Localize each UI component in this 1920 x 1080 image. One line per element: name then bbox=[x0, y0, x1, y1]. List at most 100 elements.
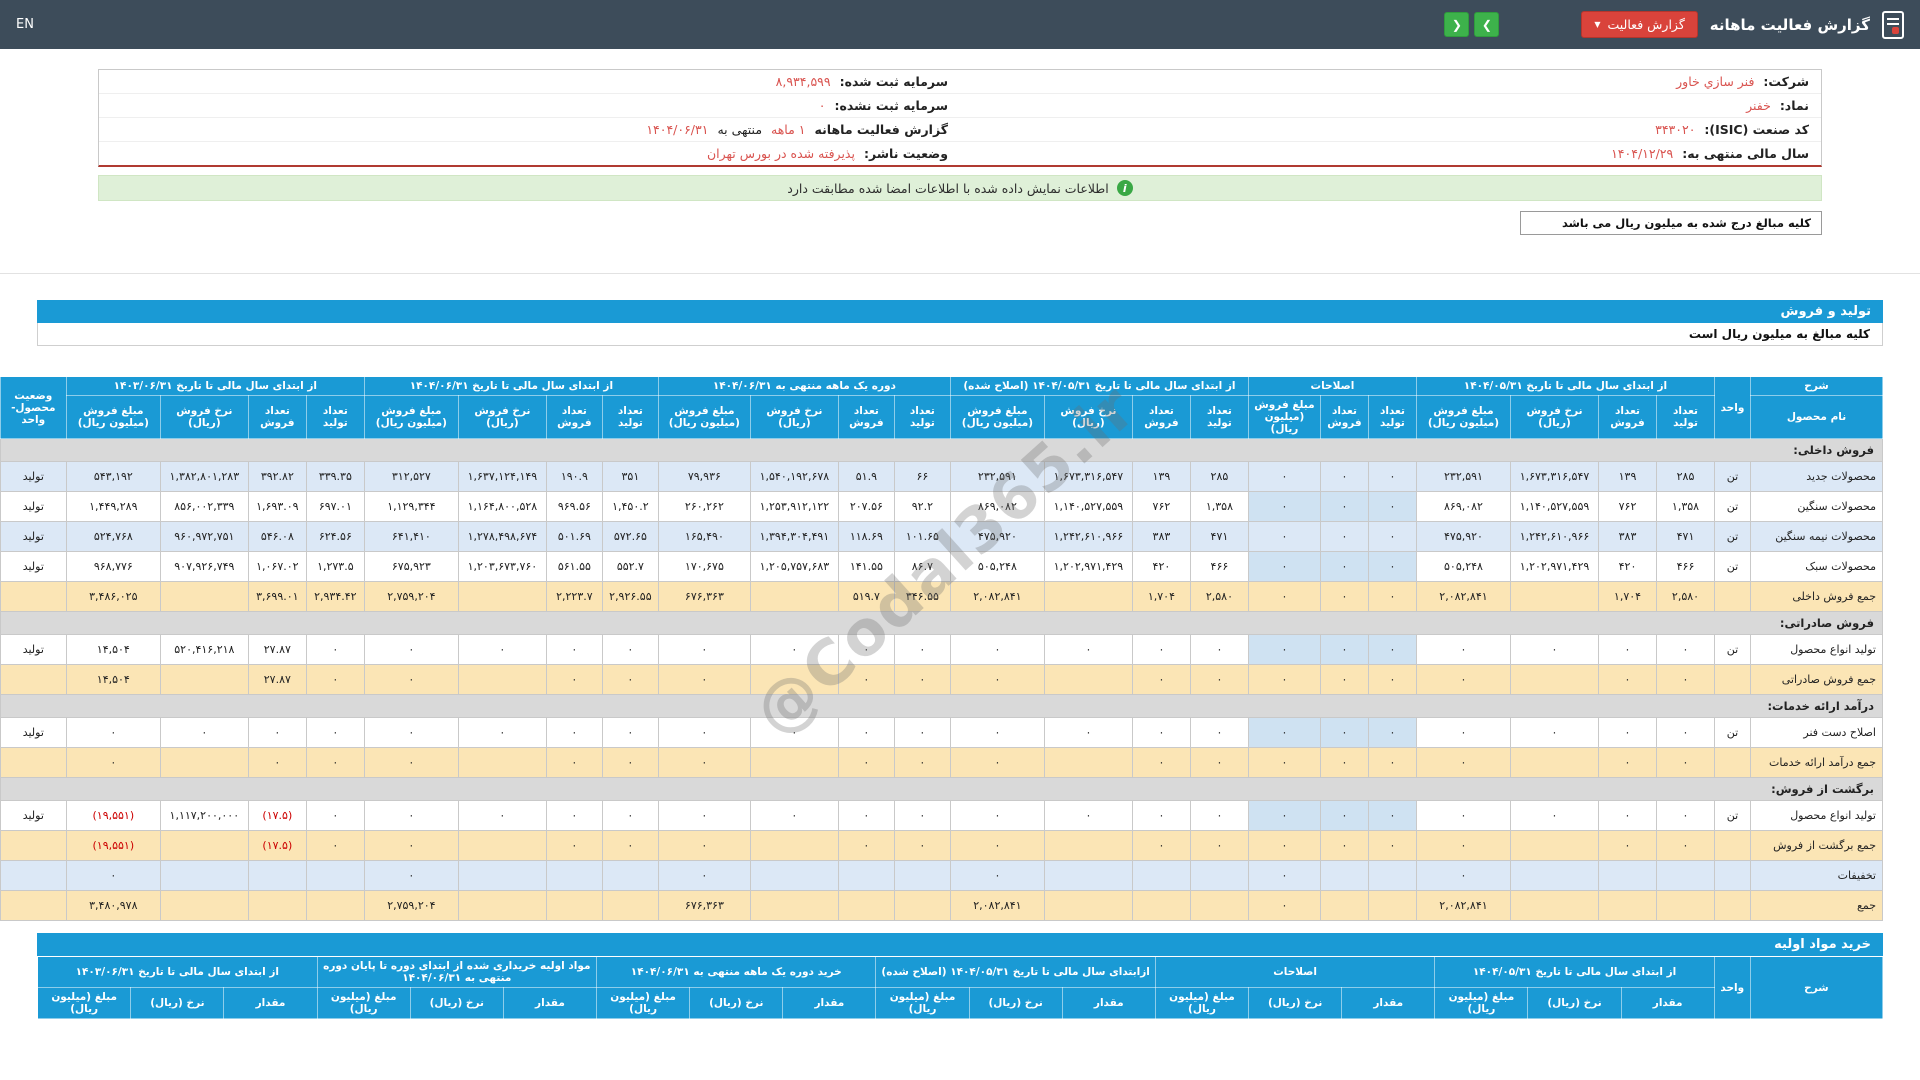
field-label: منتهی به bbox=[717, 122, 763, 137]
value-cell: ۴۲۰ bbox=[1131, 551, 1191, 582]
value-cell: ۰ bbox=[1319, 491, 1369, 522]
status-cell bbox=[0, 860, 67, 891]
field-value: فنر سازي خاور bbox=[1676, 74, 1755, 89]
value-cell: ۱,۱۲۹,۳۴۴ bbox=[363, 491, 459, 522]
value-cell: تن bbox=[1714, 461, 1751, 492]
value-cell bbox=[749, 581, 839, 612]
value-cell: ۹۶۸,۷۷۶ bbox=[65, 551, 161, 582]
value-cell bbox=[1043, 581, 1133, 612]
value-cell: ۲۸۵ bbox=[1189, 461, 1249, 492]
value-cell: ۰ bbox=[1247, 664, 1321, 695]
column-header: تعداد فروش bbox=[1598, 395, 1657, 439]
value-cell: ۲,۹۳۴.۴۲ bbox=[305, 581, 365, 612]
value-cell: ۴۲۰ bbox=[1598, 551, 1657, 582]
column-header: نرخ (ریال) bbox=[1527, 987, 1622, 1019]
value-cell: ۰ bbox=[949, 747, 1045, 778]
value-cell: ۵۰۱.۶۹ bbox=[545, 521, 603, 552]
value-cell: ۰ bbox=[949, 717, 1045, 748]
value-cell: ۰ bbox=[657, 664, 751, 695]
value-cell: ۲,۵۸۰ bbox=[1656, 581, 1715, 612]
company-field: شرکت: فنر سازي خاور bbox=[960, 70, 1821, 93]
value-cell: ۱,۱۶۴,۸۰۰,۵۲۸ bbox=[457, 491, 547, 522]
sales-section-header: تولید و فروش bbox=[37, 300, 1883, 323]
value-cell: ۶۷۵,۹۲۳ bbox=[363, 551, 459, 582]
value-cell: ۰ bbox=[601, 830, 659, 861]
value-cell: ۸۵۶,۰۰۲,۳۳۹ bbox=[159, 491, 249, 522]
value-cell: ۲۶۰,۲۶۲ bbox=[657, 491, 751, 522]
value-cell: ۶۲۴.۵۶ bbox=[305, 521, 365, 552]
language-toggle[interactable]: EN bbox=[16, 17, 34, 32]
column-header: از ابتدای سال مالی تا تاریخ ۱۴۰۴/۰۵/۳۱ bbox=[1434, 956, 1715, 988]
next-report-button[interactable]: ❯ bbox=[1474, 12, 1500, 37]
value-cell: ۰ bbox=[1656, 800, 1715, 831]
value-cell: ۱,۱۴۰,۵۲۷,۵۵۹ bbox=[1510, 491, 1599, 522]
column-header: مبلغ فروش (میلیون ریال) bbox=[1415, 395, 1512, 439]
value-cell: ۰ bbox=[893, 717, 951, 748]
value-cell: ۰ bbox=[1131, 747, 1191, 778]
value-cell: ۱,۶۹۳.۰۹ bbox=[247, 491, 307, 522]
value-cell: ۰ bbox=[1415, 664, 1512, 695]
value-cell: ۰ bbox=[1319, 830, 1369, 861]
status-cell: تولید bbox=[0, 551, 67, 582]
value-cell: ۰ bbox=[1131, 830, 1191, 861]
value-cell: ۶۷۶,۳۶۳ bbox=[657, 890, 751, 921]
field-label: وضعیت ناشر: bbox=[863, 146, 948, 161]
prev-report-button[interactable]: ❮ bbox=[1444, 12, 1470, 37]
value-cell: ۰ bbox=[749, 717, 839, 748]
product-name-cell: محصولات جدید bbox=[1750, 461, 1883, 492]
value-cell: ۱,۲۵۳,۹۱۲,۱۲۲ bbox=[749, 491, 839, 522]
value-cell: ۱,۶۳۷,۱۲۴,۱۴۹ bbox=[457, 461, 547, 492]
value-cell: ۵۰۵,۲۴۸ bbox=[949, 551, 1045, 582]
value-cell: ۰ bbox=[159, 717, 249, 748]
value-cell: ۰ bbox=[1510, 717, 1599, 748]
amounts-note-box: کلیه مبالغ درج شده به میلیون ریال می باش… bbox=[1520, 211, 1822, 235]
field-label: سال مالی منتهی به: bbox=[1682, 146, 1809, 161]
value-cell: ۰ bbox=[1247, 890, 1321, 921]
value-cell: تن bbox=[1714, 491, 1751, 522]
value-cell: ۲,۰۸۲,۸۴۱ bbox=[949, 581, 1045, 612]
value-cell: ۱۴۱.۵۵ bbox=[837, 551, 895, 582]
column-header: مبلغ فروش (میلیون ریال) bbox=[363, 395, 459, 439]
value-cell: ۰ bbox=[1367, 581, 1417, 612]
value-cell: ۰ bbox=[1319, 581, 1369, 612]
value-cell: ۷۶۲ bbox=[1598, 491, 1657, 522]
company-info-row: شرکت: فنر سازي خاور سرمایه ثبت شده: ۸,۹۳… bbox=[99, 70, 1821, 94]
value-cell: ۰ bbox=[65, 860, 161, 891]
value-cell: ۵۵۲.۷ bbox=[601, 551, 659, 582]
signed-info-banner: i اطلاعات نمایش داده شده با اطلاعات امضا… bbox=[98, 175, 1822, 201]
value-cell: ۰ bbox=[305, 664, 365, 695]
table-row: محصولات جدید تن ۲۸۵ ۱۳۹ ۱,۶۷۳,۳۱۶,۵۴۷ ۲۳۲,۵۹۱… bbox=[0, 461, 1883, 492]
company-info-row: سال مالی منتهی به: ۱۴۰۴/۱۲/۲۹ وضعیت ناشر… bbox=[99, 142, 1821, 165]
value-cell: ۰ bbox=[1131, 800, 1191, 831]
value-cell: ۲۷.۸۷ bbox=[247, 634, 307, 665]
value-cell bbox=[457, 860, 547, 891]
value-cell bbox=[247, 890, 307, 921]
value-cell: ۰ bbox=[1415, 800, 1512, 831]
value-cell: ۹۶۰,۹۷۲,۷۵۱ bbox=[159, 521, 249, 552]
value-cell: ۰ bbox=[1656, 747, 1715, 778]
value-cell bbox=[1510, 581, 1599, 612]
value-cell: ۰ bbox=[1189, 634, 1249, 665]
sales-amounts-note: کلیه مبالغ به میلیون ریال است bbox=[37, 323, 1883, 346]
value-cell: ۰ bbox=[1247, 800, 1321, 831]
value-cell: ۰ bbox=[1189, 717, 1249, 748]
report-nav-arrows: ❯ ❮ bbox=[1444, 12, 1500, 37]
value-cell: ۰ bbox=[545, 800, 603, 831]
value-cell: ۰ bbox=[545, 747, 603, 778]
value-cell bbox=[305, 860, 365, 891]
value-cell: ۰ bbox=[657, 747, 751, 778]
value-cell: ۳,۶۹۹.۰۱ bbox=[247, 581, 307, 612]
field-label: سرمایه ثبت شده: bbox=[839, 74, 948, 89]
value-cell: ۰ bbox=[1189, 800, 1249, 831]
value-cell bbox=[601, 860, 659, 891]
report-type-button[interactable]: گزارش فعالیت ▼ bbox=[1581, 11, 1698, 38]
company-field: گزارش فعالیت ماهانه ۱ ماهه منتهی به ۱۴۰۴… bbox=[99, 118, 960, 141]
value-cell bbox=[159, 830, 249, 861]
table-row: محصولات نیمه سنگین تن ۴۷۱ ۳۸۳ ۱,۲۴۲,۶۱۰,۹۶۶ ۴… bbox=[0, 521, 1883, 552]
value-cell bbox=[305, 890, 365, 921]
value-cell: ۰ bbox=[893, 634, 951, 665]
value-cell: ۰ bbox=[545, 717, 603, 748]
value-cell: ۰ bbox=[305, 800, 365, 831]
value-cell bbox=[1189, 890, 1249, 921]
value-cell: فروش داخلی: bbox=[0, 438, 1884, 462]
